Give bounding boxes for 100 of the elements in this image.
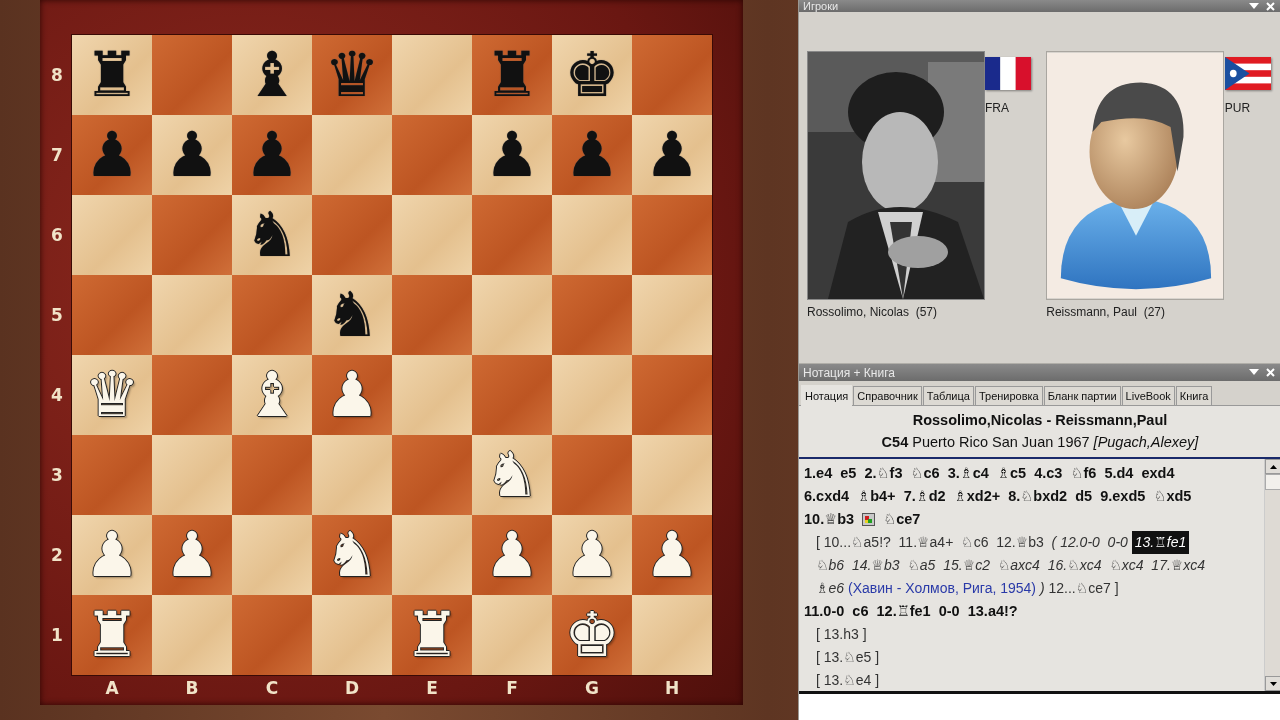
board-square[interactable]: ♜ — [72, 595, 152, 675]
board-square[interactable]: ♟ — [152, 115, 232, 195]
board-square[interactable] — [392, 275, 472, 355]
chess-piece[interactable]: ♟ — [244, 124, 300, 186]
board-square[interactable]: ♟ — [152, 515, 232, 595]
board-square[interactable] — [552, 355, 632, 435]
board-square[interactable] — [152, 195, 232, 275]
board-square[interactable] — [632, 195, 712, 275]
board-square[interactable]: ♞ — [312, 515, 392, 595]
board-square[interactable] — [392, 115, 472, 195]
board-square[interactable] — [72, 435, 152, 515]
dropdown-icon[interactable] — [1249, 2, 1259, 10]
scrollbar-thumb[interactable] — [1265, 474, 1280, 490]
player-name: Rossolimo, Nicolas (57) — [807, 305, 939, 319]
chess-piece[interactable]: ♜ — [84, 604, 140, 666]
close-icon[interactable] — [1266, 1, 1275, 11]
board-square[interactable]: ♜ — [472, 35, 552, 115]
board-square[interactable] — [552, 435, 632, 515]
board-square[interactable] — [152, 355, 232, 435]
tab[interactable]: Нотация — [801, 385, 853, 406]
board-square[interactable] — [312, 435, 392, 515]
board-square[interactable]: ♚ — [552, 595, 632, 675]
tab[interactable]: Тренировка — [974, 386, 1043, 405]
board-square[interactable]: ♟ — [472, 515, 552, 595]
tab[interactable]: Таблица — [922, 386, 974, 405]
tab[interactable]: Книга — [1175, 386, 1213, 405]
board-square[interactable] — [312, 115, 392, 195]
board-square[interactable] — [632, 355, 712, 435]
board-square[interactable]: ♟ — [72, 115, 152, 195]
board-square[interactable] — [72, 195, 152, 275]
game-title: Rossolimo,Nicolas - Reissmann,Paul — [912, 411, 1168, 430]
chess-piece[interactable]: ♚ — [564, 44, 620, 106]
board-square[interactable] — [392, 355, 472, 435]
board-square[interactable] — [72, 275, 152, 355]
board-square[interactable]: ♟ — [232, 115, 312, 195]
board-square[interactable] — [552, 195, 632, 275]
board-square[interactable]: ♟ — [312, 355, 392, 435]
flag-icon — [1224, 57, 1271, 90]
chess-piece[interactable]: ♟ — [324, 364, 380, 426]
board-square[interactable]: ♜ — [392, 595, 472, 675]
chess-piece[interactable]: ♜ — [404, 604, 460, 666]
main-line-moves: 10.♕b3 ♘ce7 — [804, 510, 922, 529]
chess-piece[interactable]: ♞ — [324, 284, 380, 346]
chess-piece[interactable]: ♛ — [324, 44, 380, 106]
chess-piece[interactable]: ♞ — [324, 524, 380, 586]
chess-piece[interactable]: ♜ — [84, 44, 140, 106]
board-square[interactable] — [552, 275, 632, 355]
board-square[interactable] — [312, 595, 392, 675]
chess-piece[interactable]: ♝ — [244, 44, 300, 106]
board-square[interactable] — [392, 515, 472, 595]
board-square[interactable] — [232, 595, 312, 675]
board-square[interactable] — [472, 195, 552, 275]
board-square[interactable] — [232, 275, 312, 355]
chess-piece[interactable]: ♟ — [644, 124, 700, 186]
chess-piece[interactable]: ♟ — [484, 124, 540, 186]
board-square[interactable] — [152, 275, 232, 355]
close-icon[interactable] — [1266, 368, 1275, 377]
board-square[interactable] — [152, 595, 232, 675]
board-square[interactable]: ♟ — [552, 115, 632, 195]
board-square[interactable] — [152, 435, 232, 515]
board-square[interactable]: ♝ — [232, 35, 312, 115]
chess-piece[interactable]: ♟ — [644, 524, 700, 586]
board-square[interactable]: ♟ — [632, 515, 712, 595]
board-square[interactable] — [232, 515, 312, 595]
board-square[interactable]: ♞ — [232, 195, 312, 275]
chess-piece[interactable]: ♚ — [564, 604, 620, 666]
board-square[interactable] — [632, 275, 712, 355]
board-square[interactable] — [472, 355, 552, 435]
board-square[interactable]: ♜ — [72, 35, 152, 115]
dropdown-icon[interactable] — [1249, 369, 1259, 376]
board-square[interactable]: ♟ — [632, 115, 712, 195]
board-square[interactable]: ♞ — [312, 275, 392, 355]
tab[interactable]: LiveBook — [1121, 386, 1175, 405]
chess-piece[interactable]: ♟ — [164, 524, 220, 586]
chessboard[interactable]: ♜ ♝ ♛ ♜ ♚ ♟ ♟ ♟ ♟ ♟ ♟ ♞ ♞ ♛ ♝ ♟ ♞ ♟ ♟ ♞ ♟ ♟ ♟ ♜ ♜ ♚ — [72, 35, 712, 675]
chess-piece[interactable]: ♟ — [84, 124, 140, 186]
board-square[interactable] — [392, 195, 472, 275]
board-square[interactable]: ♟ — [472, 115, 552, 195]
board-square[interactable] — [472, 595, 552, 675]
chess-piece[interactable]: ♜ — [484, 44, 540, 106]
board-square[interactable] — [392, 35, 472, 115]
tab[interactable]: Справочник — [853, 386, 922, 405]
board-square[interactable] — [152, 35, 232, 115]
chess-piece[interactable]: ♟ — [484, 524, 540, 586]
scroll-up-button[interactable] — [1265, 459, 1280, 474]
chess-piece[interactable]: ♟ — [164, 124, 220, 186]
scrollbar[interactable] — [1264, 459, 1280, 691]
board-square[interactable]: ♚ — [552, 35, 632, 115]
board-square[interactable] — [232, 435, 312, 515]
board-square[interactable] — [312, 195, 392, 275]
tab[interactable]: Бланк партии — [1043, 386, 1121, 405]
board-square[interactable]: ♛ — [312, 35, 392, 115]
board-square[interactable] — [472, 275, 552, 355]
board-square[interactable] — [632, 35, 712, 115]
scroll-down-button[interactable] — [1265, 676, 1280, 691]
chess-piece[interactable]: ♞ — [244, 204, 300, 266]
board-square[interactable] — [392, 435, 472, 515]
board-square[interactable] — [632, 435, 712, 515]
board-square[interactable] — [632, 595, 712, 675]
chess-piece[interactable]: ♟ — [564, 124, 620, 186]
